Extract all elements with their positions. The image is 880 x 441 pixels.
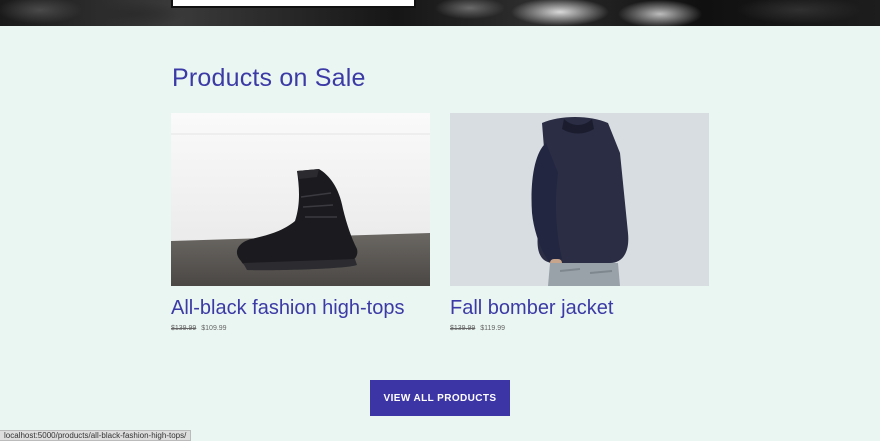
original-price: $139.99 <box>171 325 197 332</box>
status-bar-url: localhost:5000/products/all-black-fashio… <box>0 430 192 441</box>
section-title: Products on Sale <box>172 64 366 92</box>
product-prices: $139.99 $109.99 <box>171 325 430 332</box>
view-all-products-button[interactable]: VIEW ALL PRODUCTS <box>370 380 510 416</box>
product-card[interactable]: All-black fashion high-tops $139.99 $109… <box>171 113 430 332</box>
product-image-sneaker[interactable] <box>171 113 430 286</box>
sale-price: $119.99 <box>480 325 506 332</box>
hero-banner-strip <box>0 0 880 26</box>
hero-card-edge <box>171 0 416 8</box>
product-card[interactable]: Fall bomber jacket $139.99 $119.99 <box>450 113 709 332</box>
product-name[interactable]: All-black fashion high-tops <box>171 296 430 321</box>
sale-price: $109.99 <box>201 325 227 332</box>
product-prices: $139.99 $119.99 <box>450 325 709 332</box>
product-image-jacket[interactable] <box>450 113 709 286</box>
product-name[interactable]: Fall bomber jacket <box>450 296 709 321</box>
original-price: $139.99 <box>450 325 476 332</box>
